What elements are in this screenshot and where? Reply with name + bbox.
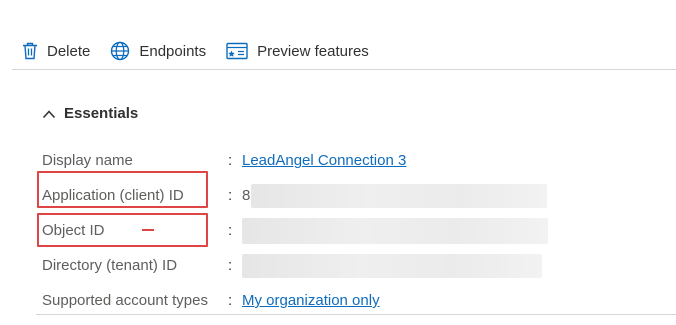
essentials-title: Essentials: [64, 105, 139, 122]
chevron-up-icon: [42, 109, 56, 118]
display-name-label: Display name: [42, 152, 133, 169]
section-divider: [36, 314, 676, 315]
separator: :: [228, 292, 233, 309]
account-types-row: Supported account types : My organizatio…: [42, 283, 662, 318]
separator: :: [228, 187, 233, 204]
application-id-redacted: [251, 183, 548, 208]
preview-features-icon: [226, 42, 248, 60]
endpoints-label: Endpoints: [139, 42, 207, 60]
delete-label: Delete: [47, 42, 91, 60]
application-id-highlight: [37, 171, 208, 208]
preview-features-button[interactable]: Preview features: [226, 33, 369, 69]
application-id-value-prefix: 8: [242, 187, 251, 204]
annotation-mark: [142, 229, 154, 231]
globe-icon: [111, 41, 130, 61]
display-name-link[interactable]: LeadAngel Connection 3: [242, 152, 406, 169]
command-bar: Delete Endpoints Preview features: [12, 33, 676, 70]
trash-icon: [23, 42, 37, 60]
delete-button[interactable]: Delete: [22, 33, 90, 69]
endpoints-button[interactable]: Endpoints: [110, 33, 206, 69]
separator: :: [228, 257, 233, 274]
essentials-toggle[interactable]: Essentials: [42, 105, 138, 122]
directory-id-row: Directory (tenant) ID :: [42, 248, 662, 283]
preview-features-label: Preview features: [257, 42, 369, 60]
directory-id-redacted: [242, 253, 542, 278]
object-id-highlight: [37, 213, 208, 247]
separator: :: [228, 222, 233, 239]
separator: :: [228, 152, 233, 169]
account-types-link[interactable]: My organization only: [242, 292, 380, 309]
directory-id-label: Directory (tenant) ID: [42, 257, 178, 274]
object-id-redacted: [242, 217, 548, 244]
account-types-label: Supported account types: [42, 292, 208, 309]
